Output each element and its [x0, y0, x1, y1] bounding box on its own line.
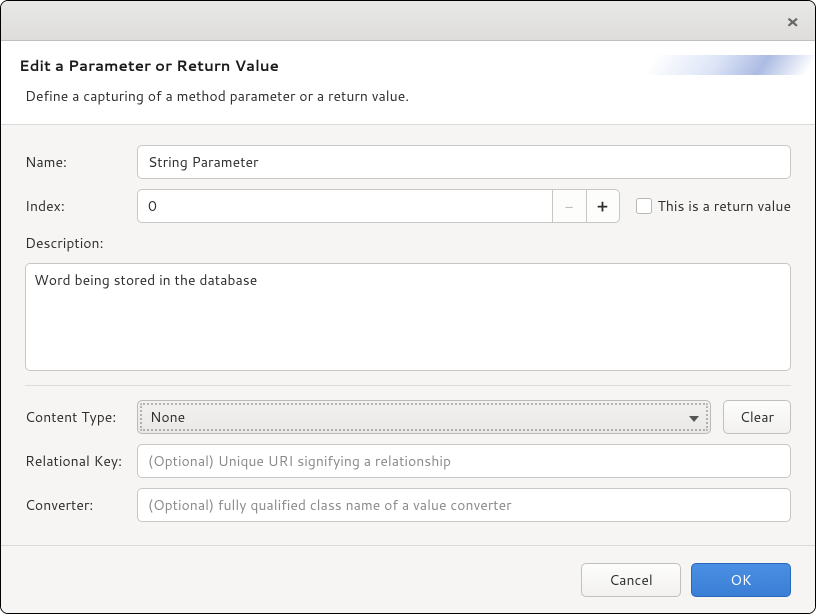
index-row: Index: − + This is a return value — [25, 189, 791, 223]
index-field[interactable] — [137, 189, 552, 223]
return-value-checkbox[interactable] — [636, 198, 652, 214]
cancel-button[interactable]: Cancel — [581, 563, 681, 597]
content-type-select[interactable]: None — [137, 400, 711, 434]
close-icon[interactable]: × — [780, 6, 805, 36]
dialog-subtitle: Define a capturing of a method parameter… — [19, 86, 797, 106]
content-type-value: None — [150, 407, 185, 427]
ok-button[interactable]: OK — [691, 563, 791, 597]
index-stepper: − + — [137, 189, 620, 223]
name-field[interactable] — [137, 145, 791, 179]
divider — [25, 385, 791, 386]
content-type-label: Content Type: — [25, 407, 125, 427]
converter-label: Converter: — [25, 495, 125, 515]
relational-key-field[interactable] — [137, 444, 791, 478]
relational-key-label: Relational Key: — [25, 451, 125, 471]
titlebar: × — [1, 1, 815, 41]
index-label: Index: — [25, 196, 125, 216]
return-value-checkbox-wrap[interactable]: This is a return value — [636, 196, 792, 216]
dialog-footer: Cancel OK — [1, 545, 815, 613]
description-label: Description: — [25, 233, 791, 253]
converter-field[interactable] — [137, 488, 791, 522]
return-value-label: This is a return value — [658, 196, 792, 216]
content-type-select-wrap: None — [137, 400, 711, 434]
content-type-row: Content Type: None Clear — [25, 400, 791, 434]
index-decrement-button[interactable]: − — [552, 189, 586, 223]
description-field[interactable] — [25, 263, 791, 371]
clear-button[interactable]: Clear — [723, 400, 791, 434]
index-increment-button[interactable]: + — [586, 189, 620, 223]
dialog-title: Edit a Parameter or Return Value — [19, 55, 797, 76]
name-label: Name: — [25, 152, 125, 172]
dialog-content: Name: Index: − + This is a return value … — [1, 125, 815, 545]
name-row: Name: — [25, 145, 791, 179]
dialog-header: Edit a Parameter or Return Value Define … — [1, 41, 815, 125]
relational-key-row: Relational Key: — [25, 444, 791, 478]
converter-row: Converter: — [25, 488, 791, 522]
